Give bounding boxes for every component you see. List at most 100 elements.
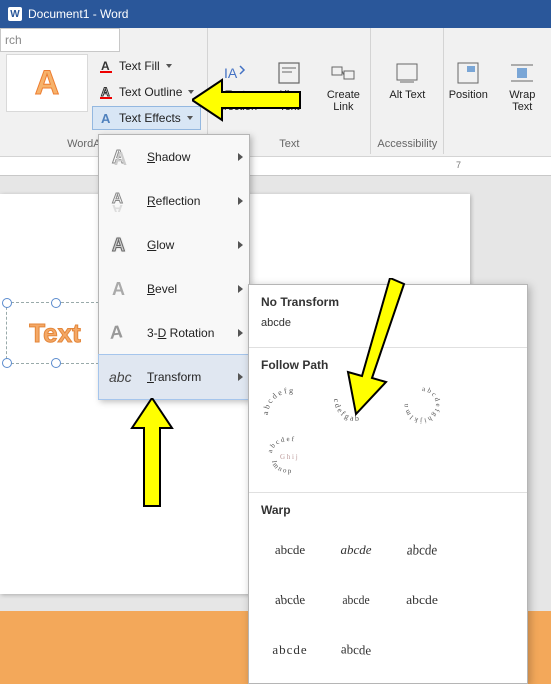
svg-text:A: A <box>112 201 123 212</box>
text-outline-label: Text Outline <box>119 85 182 99</box>
group-label <box>514 138 517 152</box>
wordart-sample-icon: A <box>35 64 60 103</box>
text-direction-button[interactable]: IA Text Direction <box>210 54 260 118</box>
horizontal-ruler[interactable]: 7 <box>0 157 551 176</box>
glow-icon: AA <box>109 233 137 257</box>
text-effects-label: Text Effects <box>119 111 181 125</box>
ribbon: rch A A Text Fill <box>0 28 551 157</box>
reflection-icon: AA <box>109 189 137 213</box>
title-bar: W Document1 - Word <box>0 0 551 28</box>
submenu-arrow-icon <box>238 329 243 337</box>
group-label: Accessibility <box>377 138 437 152</box>
menu-item-shadow[interactable]: AA Shadow <box>99 135 249 179</box>
svg-text:a b c d e f: a b c d e f <box>266 435 295 453</box>
menu-label: 3-D Rotation <box>147 326 239 340</box>
text-direction-label: Text Direction <box>213 89 257 113</box>
bevel-icon: A <box>109 277 137 301</box>
submenu-arrow-icon <box>238 241 243 249</box>
menu-item-glow[interactable]: AA Glow <box>99 223 249 267</box>
resize-handle[interactable] <box>2 358 12 368</box>
alt-text-icon <box>393 59 421 87</box>
svg-text:A: A <box>110 322 123 343</box>
resize-handle[interactable] <box>51 358 61 368</box>
menu-item-bevel[interactable]: A Bevel <box>99 267 249 311</box>
text-effects-button[interactable]: A Text Effects <box>92 106 201 130</box>
position-button[interactable]: Position <box>443 54 493 106</box>
follow-path-arch-up[interactable]: a b c d e f g <box>259 382 321 428</box>
position-label: Position <box>449 89 488 101</box>
svg-text:A: A <box>101 85 110 99</box>
menu-label: Shadow <box>147 150 239 164</box>
word-app-icon: W <box>8 7 22 21</box>
create-link-label: Create Link <box>321 89 365 113</box>
search-input[interactable]: rch <box>0 28 120 52</box>
window-title: Document1 - Word <box>28 7 128 21</box>
wordart-text: Text <box>29 318 81 349</box>
wordart-object[interactable]: Text <box>6 302 104 364</box>
warp-option[interactable]: abcde <box>328 577 384 623</box>
svg-text:abc: abc <box>109 369 132 385</box>
submenu-arrow-icon <box>238 285 243 293</box>
wrap-text-label: Wrap Text <box>500 89 544 113</box>
submenu-arrow-icon <box>238 153 243 161</box>
align-text-label: Align Text <box>267 89 311 113</box>
alt-text-label: Alt Text <box>389 89 425 101</box>
submenu-arrow-icon <box>238 197 243 205</box>
text-outline-button[interactable]: A Text Outline <box>92 80 201 104</box>
warp-option[interactable]: abcde <box>259 527 321 573</box>
resize-handle[interactable] <box>51 298 61 308</box>
alt-text-button[interactable]: Alt Text <box>382 54 432 106</box>
text-fill-button[interactable]: A Text Fill <box>92 54 201 78</box>
svg-text:a b c d e f g h i j k l m n: a b c d e f g h i j k l m n <box>402 385 442 425</box>
group-arrange: Position Wrap Text B For <box>444 28 551 154</box>
warp-option[interactable]: abcde <box>389 525 454 576</box>
svg-text:G h i j: G h i j <box>280 453 298 461</box>
section-follow-path: Follow Path <box>249 348 527 378</box>
menu-label: Transform <box>147 370 239 384</box>
follow-path-arch-down[interactable]: c d e f g a b <box>325 382 387 428</box>
svg-text:IA: IA <box>224 65 238 81</box>
svg-text:A: A <box>112 235 125 255</box>
wrap-text-icon <box>508 59 536 87</box>
text-effects-menu: AA Shadow AA Reflection AA Glow A Bevel … <box>98 134 250 400</box>
create-link-icon <box>329 59 357 87</box>
text-outline-icon: A <box>99 84 115 100</box>
menu-item-3d-rotation[interactable]: A 3-D Rotation <box>99 311 249 355</box>
position-icon <box>454 59 482 87</box>
text-effects-icon: A <box>99 110 115 126</box>
dropdown-caret-icon <box>188 90 194 94</box>
svg-text:l m n o p: l m n o p <box>270 460 292 475</box>
warp-option[interactable]: abcde <box>325 625 387 674</box>
follow-path-button[interactable]: a b c d e fG h i jl m n o p <box>259 432 321 478</box>
section-no-transform: No Transform <box>249 285 527 315</box>
warp-option[interactable]: abcde <box>325 527 387 573</box>
align-text-icon <box>275 59 303 87</box>
menu-label: Glow <box>147 238 239 252</box>
svg-text:A: A <box>112 279 125 299</box>
warp-option[interactable]: abcde <box>389 577 454 623</box>
section-warp: Warp <box>249 493 527 523</box>
search-placeholder: rch <box>5 33 22 47</box>
create-link-button[interactable]: Create Link <box>318 54 368 118</box>
group-label: Text <box>279 138 299 152</box>
resize-handle[interactable] <box>2 298 12 308</box>
menu-label: Reflection <box>147 194 239 208</box>
text-fill-label: Text Fill <box>119 59 160 73</box>
dropdown-caret-icon <box>166 64 172 68</box>
align-text-button[interactable]: Align Text <box>264 54 314 118</box>
svg-text:A: A <box>114 149 127 168</box>
svg-text:c d e f g a b: c d e f g a b <box>332 398 359 423</box>
menu-item-reflection[interactable]: AA Reflection <box>99 179 249 223</box>
wrap-text-button[interactable]: Wrap Text <box>497 54 547 118</box>
text-direction-icon: IA <box>221 59 249 87</box>
warp-option[interactable]: abcde <box>257 577 324 623</box>
menu-item-transform[interactable]: abc Transform <box>98 354 250 400</box>
no-transform-option[interactable]: abcde <box>249 315 527 337</box>
warp-option[interactable]: abcde <box>259 627 321 673</box>
menu-label: Bevel <box>147 282 239 296</box>
follow-path-circle[interactable]: a b c d e f g h i j k l m n <box>391 382 453 428</box>
svg-text:A: A <box>101 59 110 73</box>
transform-gallery: No Transform abcde Follow Path a b c d e… <box>248 284 528 684</box>
transform-icon: abc <box>109 365 137 389</box>
wordart-gallery[interactable]: A <box>6 54 88 112</box>
